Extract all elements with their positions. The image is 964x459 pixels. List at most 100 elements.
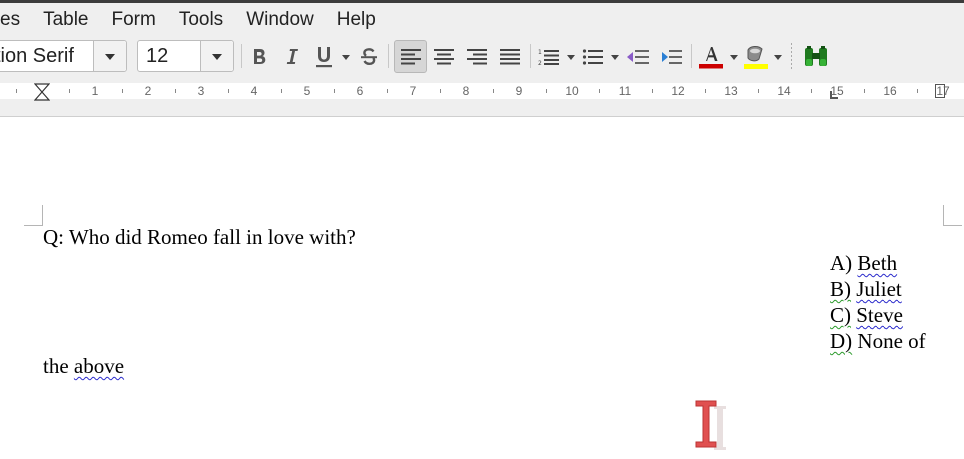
italic-button[interactable] — [279, 40, 305, 73]
ruler-tick — [757, 89, 759, 93]
ruler-tick — [439, 89, 441, 93]
ruler-number: 13 — [724, 84, 738, 98]
bold-button[interactable] — [246, 40, 272, 73]
option-d-continuation: the above — [43, 353, 124, 379]
bold-icon — [254, 48, 266, 64]
justify-icon — [500, 48, 520, 64]
menu-styles[interactable]: es — [0, 3, 31, 36]
highlight-button[interactable] — [741, 40, 771, 73]
increase-indent-button[interactable] — [657, 40, 685, 73]
strikethrough-icon — [361, 47, 377, 65]
highlighter-icon — [744, 45, 768, 69]
ruler-tick — [651, 89, 653, 93]
menu-bar: es Table Form Tools Window Help — [0, 3, 964, 36]
ruler-number: 15 — [830, 84, 844, 98]
font-size-dropdown-button[interactable] — [200, 41, 233, 71]
toolbar-separator — [691, 44, 692, 68]
ruler-tick — [121, 89, 123, 93]
option-c: C) Steve — [830, 302, 903, 328]
font-name-combo[interactable]: tion Serif — [0, 40, 127, 72]
indent-marker-icon[interactable] — [34, 83, 50, 101]
menu-tools[interactable]: Tools — [167, 3, 234, 36]
ruler-number: 1 — [91, 84, 99, 98]
binoculars-icon — [805, 45, 827, 66]
ruler-tick — [598, 89, 600, 93]
underline-icon — [316, 46, 332, 67]
ruler-number: 3 — [197, 84, 205, 98]
align-right-button[interactable] — [464, 40, 490, 73]
ruler-tick — [492, 89, 494, 93]
option-a-letter: A) — [830, 251, 853, 275]
highlight-dropdown-arrow[interactable] — [774, 55, 782, 60]
ruler-number: 9 — [515, 84, 523, 98]
text-cursor-icon — [695, 400, 726, 450]
ruler-tick — [280, 89, 282, 93]
svg-text:2: 2 — [538, 60, 542, 66]
menu-help[interactable]: Help — [325, 3, 387, 36]
ruler-number: 7 — [409, 84, 417, 98]
ruler-number: 8 — [462, 84, 470, 98]
numbered-list-dropdown-arrow[interactable] — [567, 55, 575, 60]
formatting-toolbar: tion Serif 12 1 2 — [0, 36, 964, 80]
option-c-text: Steve — [856, 303, 903, 327]
ruler-number: 12 — [671, 84, 685, 98]
font-size-combo[interactable]: 12 — [137, 40, 234, 72]
document-page[interactable]: Q: Who did Romeo fall in love with? A) B… — [0, 117, 964, 459]
menu-window[interactable]: Window — [234, 3, 325, 36]
option-b: B) Juliet — [830, 276, 902, 302]
font-color-dropdown-arrow[interactable] — [730, 55, 738, 60]
option-d-text: None of — [857, 329, 926, 353]
ruler-number: 6 — [356, 84, 364, 98]
svg-text:1: 1 — [538, 49, 542, 56]
ruler-tick — [174, 89, 176, 93]
find-replace-button[interactable] — [801, 40, 831, 73]
ruler-tick — [227, 89, 229, 93]
toolbar-separator — [388, 44, 389, 68]
decrease-indent-button[interactable] — [624, 40, 652, 73]
font-name-value: tion Serif — [0, 45, 74, 67]
numbered-list-icon: 1 2 — [538, 49, 559, 66]
align-left-button[interactable] — [394, 40, 427, 73]
option-a: A) Beth — [830, 250, 897, 276]
question-text: Q: Who did Romeo fall in love with? — [43, 225, 356, 249]
option-d-letter: D) — [830, 329, 853, 353]
continuation-word-the: the — [43, 354, 69, 378]
numbered-list-button[interactable]: 1 2 — [536, 40, 562, 73]
ruler-tick — [863, 89, 865, 93]
font-name-dropdown-button[interactable] — [93, 41, 126, 71]
underline-dropdown-arrow[interactable] — [342, 55, 350, 60]
justify-button[interactable] — [497, 40, 523, 73]
menu-table[interactable]: Table — [31, 3, 99, 36]
ruler-number: 11 — [618, 84, 632, 98]
ruler-tick — [916, 89, 918, 93]
ruler-number: 2 — [144, 84, 152, 98]
menu-form[interactable]: Form — [100, 3, 167, 36]
font-color-icon — [699, 46, 723, 68]
italic-icon — [286, 48, 298, 64]
option-c-letter: C) — [830, 303, 851, 327]
bullet-list-button[interactable] — [580, 40, 606, 73]
toolbar-grip — [791, 43, 792, 69]
ruler-tick — [68, 89, 70, 93]
align-center-button[interactable] — [431, 40, 457, 73]
ruler-number: 17 — [936, 84, 950, 98]
option-b-text: Juliet — [856, 277, 902, 301]
ruler-tick — [15, 89, 17, 93]
ruler-tick — [386, 89, 388, 93]
ruler-tick — [704, 89, 706, 93]
ruler-number: 14 — [777, 84, 791, 98]
decrease-indent-icon — [627, 49, 649, 64]
ruler-tick — [810, 89, 812, 93]
align-left-icon — [400, 48, 421, 64]
underline-button[interactable] — [311, 40, 337, 73]
strikethrough-button[interactable] — [356, 40, 382, 73]
bullet-list-dropdown-arrow[interactable] — [611, 55, 619, 60]
option-a-text: Beth — [857, 251, 898, 275]
option-d: D) None of — [830, 328, 926, 354]
page-corner-mark-right — [943, 205, 962, 226]
horizontal-ruler[interactable]: 1 2 3 4 5 6 7 8 9 10 11 12 13 14 15 16 17 — [0, 83, 964, 101]
toolbar-separator — [530, 44, 531, 68]
option-b-letter: B) — [830, 277, 851, 301]
font-color-button[interactable] — [697, 40, 725, 73]
continuation-word-above: above — [73, 354, 125, 378]
